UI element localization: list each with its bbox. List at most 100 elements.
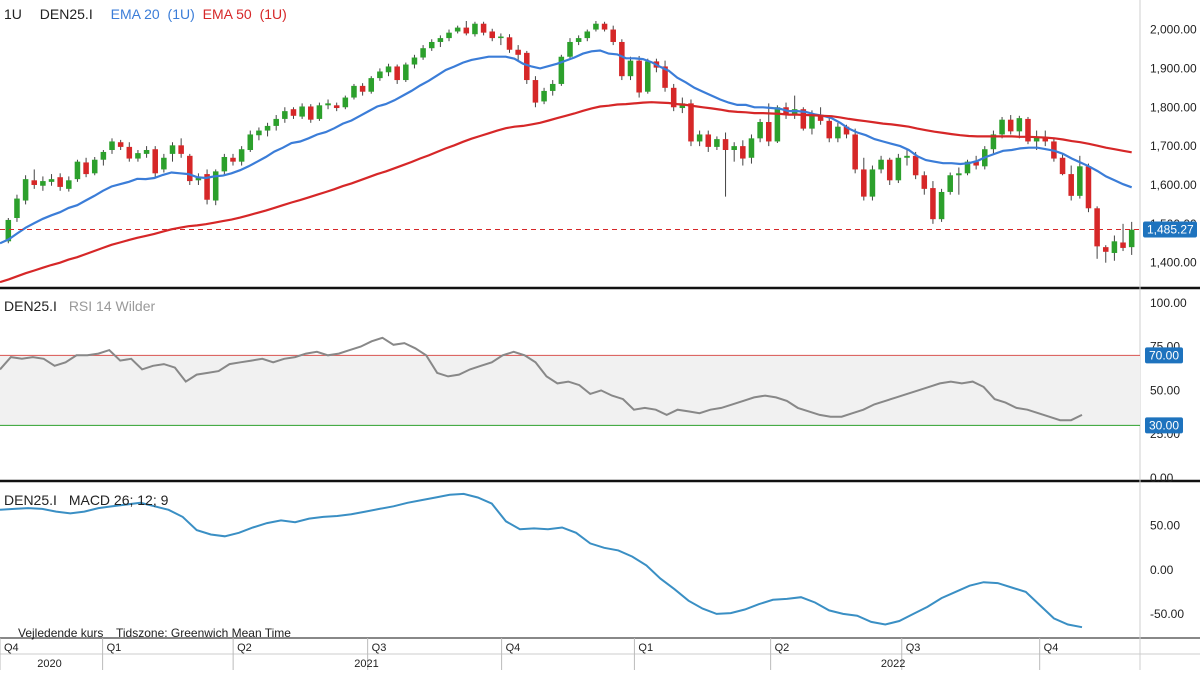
candle-body — [454, 27, 461, 32]
rsi-symbol-label[interactable]: DEN25.I — [4, 298, 57, 314]
candle-body — [143, 150, 150, 154]
symbol-label[interactable]: DEN25.I — [40, 6, 93, 22]
candle-body — [636, 60, 642, 93]
price-legend: 1U DEN25.I EMA 20 (1U) EMA 50 (1U) — [4, 6, 291, 22]
candle-body — [325, 103, 331, 106]
candle-body — [161, 157, 167, 170]
quarter-label: Q4 — [1044, 642, 1059, 654]
candle-body — [895, 157, 902, 181]
candle-body — [575, 38, 582, 42]
candle-body — [83, 162, 89, 175]
candle-body — [74, 161, 81, 180]
candle-body — [307, 106, 314, 120]
candle-body — [541, 90, 547, 102]
candle-body — [169, 145, 176, 154]
candle-body — [714, 139, 720, 147]
candle-body — [765, 122, 772, 142]
candle-body — [480, 23, 487, 33]
candle-body — [947, 175, 953, 192]
ema20-label[interactable]: EMA 20 — [111, 6, 160, 22]
candle-body — [187, 155, 193, 182]
candle-body — [109, 141, 115, 150]
candle-body — [921, 175, 928, 189]
candle-body — [256, 130, 262, 136]
ema50-timeframe[interactable]: (1U) — [260, 6, 287, 22]
candle-body — [886, 159, 893, 181]
ema50-label[interactable]: EMA 50 — [203, 6, 252, 22]
candle-body — [1102, 247, 1109, 252]
candle-body — [593, 23, 599, 30]
candle-body — [48, 179, 55, 182]
price-tick-label: 1,400.00 — [1150, 256, 1197, 270]
candle-body — [273, 118, 279, 126]
stock-chart[interactable]: 1,400.001,500.001,600.001,700.001,800.00… — [0, 0, 1200, 670]
quarter-label: Q3 — [372, 642, 387, 654]
rsi-indicator-label[interactable]: RSI 14 Wilder — [69, 298, 155, 314]
candle-body — [515, 49, 521, 55]
candle-body — [1128, 229, 1135, 248]
candle-body — [368, 78, 375, 92]
rsi-tick-label: 50.00 — [1150, 383, 1180, 397]
macd-indicator-label[interactable]: MACD 26; 12; 9 — [69, 492, 169, 508]
candle-body — [610, 29, 616, 42]
candle-body — [14, 198, 20, 218]
ema20-timeframe[interactable]: (1U) — [168, 6, 195, 22]
candle-body — [247, 134, 254, 150]
candle-body — [1016, 118, 1023, 132]
candle-body — [1025, 118, 1031, 142]
price-tick-label: 1,900.00 — [1150, 61, 1197, 75]
rsi-legend: DEN25.I RSI 14 Wilder — [4, 298, 159, 314]
quarter-label: Q4 — [4, 642, 19, 654]
candle-body — [437, 38, 444, 42]
candle-body — [627, 60, 634, 77]
candle-body — [282, 111, 288, 119]
rsi-level-label: 70.00 — [1149, 348, 1179, 362]
interval-label[interactable]: 1U — [4, 6, 22, 22]
candle-body — [1059, 157, 1066, 175]
candle-body — [1094, 208, 1100, 247]
quarter-label: Q3 — [906, 642, 921, 654]
candle-body — [999, 119, 1005, 135]
candle-body — [221, 156, 228, 172]
candle-body — [126, 146, 133, 159]
quarter-label: Q4 — [506, 642, 521, 654]
candle-body — [584, 31, 591, 39]
candle-body — [264, 125, 271, 131]
candle-body — [428, 41, 435, 49]
rsi-tick-label: 0.00 — [1150, 471, 1174, 485]
candle-body — [740, 146, 746, 159]
candle-body — [40, 181, 46, 186]
price-tick-label: 1,700.00 — [1150, 139, 1197, 153]
candle-body — [498, 36, 504, 39]
price-tick-label: 2,000.00 — [1150, 23, 1197, 37]
candle-body — [22, 179, 29, 201]
rsi-tick-label: 100.00 — [1150, 296, 1187, 310]
candle-body — [351, 85, 357, 98]
ema50-line — [0, 101, 1132, 284]
candle-body — [506, 37, 513, 50]
last-price-label: 1,485.27 — [1147, 223, 1194, 237]
candle-body — [645, 61, 651, 92]
candle-body — [619, 41, 625, 77]
candle-body — [472, 23, 478, 35]
chart-canvas[interactable]: 1,400.001,500.001,600.001,700.001,800.00… — [0, 0, 1200, 670]
candle-body — [91, 159, 98, 174]
macd-tick-label: 50.00 — [1150, 519, 1180, 533]
candle-body — [912, 155, 919, 176]
candle-body — [299, 106, 305, 117]
macd-symbol-label[interactable]: DEN25.I — [4, 492, 57, 508]
candle-body — [878, 159, 884, 170]
candle-body — [377, 71, 383, 79]
candle-body — [489, 31, 495, 39]
candle-body — [152, 149, 158, 174]
candle-body — [230, 157, 236, 162]
quarter-label: Q1 — [107, 642, 122, 654]
price-tick-label: 1,800.00 — [1150, 100, 1197, 114]
candle-body — [1085, 166, 1092, 209]
candle-body — [359, 85, 366, 92]
candle-body — [66, 180, 72, 189]
candle-body — [117, 142, 124, 147]
candle-body — [956, 173, 962, 176]
candle-body — [1120, 242, 1126, 248]
price-tick-label: 1,600.00 — [1150, 178, 1197, 192]
